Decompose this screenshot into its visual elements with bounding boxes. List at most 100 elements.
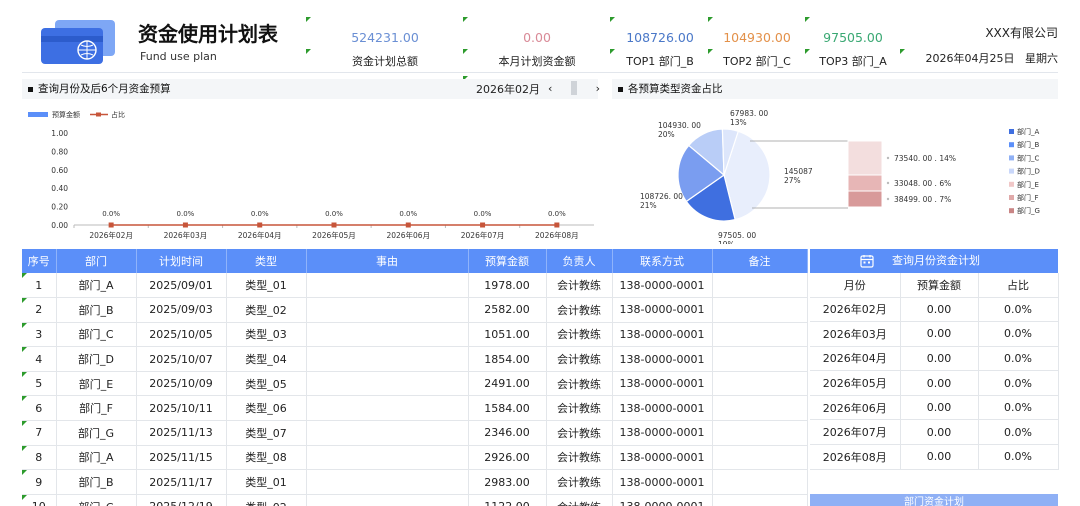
table-cell[interactable]: 138-0000-0001 [612,445,713,471]
table-cell[interactable]: 2926.00 [468,445,547,471]
table-cell[interactable] [306,322,469,348]
table-cell[interactable]: 138-0000-0001 [612,494,713,506]
table-cell[interactable]: 2025/09/01 [136,273,227,299]
table-cell[interactable] [712,371,808,397]
table-cell[interactable]: 1122.00 [468,494,547,506]
dept-plan-button[interactable]: 部门资金计划 [810,494,1058,506]
table-cell[interactable] [712,346,808,372]
table-cell[interactable]: 部门_E [56,371,137,397]
table-cell[interactable]: 5 [22,371,57,397]
table-cell[interactable]: 1978.00 [468,273,547,299]
table-cell[interactable]: 1584.00 [468,395,547,422]
table-row[interactable]: 2 部门_B 2025/09/03 类型_02 2582.00 会计教练 138-0000-… [22,297,808,323]
table-cell[interactable]: 8 [22,445,57,471]
table-cell[interactable]: 部门_C [56,322,137,348]
table-cell[interactable]: 2025/10/07 [136,346,227,372]
table-cell[interactable]: 类型_01 [226,273,307,299]
table-cell[interactable] [306,494,469,506]
table-cell[interactable]: 类型_02 [226,494,307,506]
table-cell[interactable]: 2025/11/15 [136,445,227,471]
table-cell[interactable] [306,420,469,446]
side-table-row[interactable]: 2026年03月 0.00 0.0% [810,321,1059,347]
table-cell[interactable]: 1 [22,273,57,299]
table-cell[interactable] [712,445,808,471]
table-cell[interactable]: 2346.00 [468,420,547,446]
table-cell[interactable]: 会计教练 [546,371,613,397]
pager-thumb[interactable] [571,81,577,95]
table-cell[interactable]: 2025/10/11 [136,395,227,422]
side-table-row[interactable]: 2026年05月 0.00 0.0% [810,370,1059,396]
table-cell[interactable]: 类型_01 [226,469,307,495]
table-cell[interactable]: 138-0000-0001 [612,371,713,397]
chevron-right-icon[interactable]: › [596,82,600,95]
table-cell[interactable]: 部门_F [56,395,137,422]
table-cell[interactable]: 2 [22,297,57,323]
table-cell[interactable]: 2025/10/05 [136,322,227,348]
table-cell[interactable] [712,469,808,495]
table-cell[interactable] [306,273,469,299]
table-cell[interactable]: 会计教练 [546,322,613,348]
table-cell[interactable]: 会计教练 [546,297,613,323]
table-row[interactable]: 10部门_C2025/12/19类型_02 1122.00会计教练138-0000… [22,494,808,506]
table-cell[interactable]: 7 [22,420,57,446]
table-cell[interactable] [712,420,808,446]
table-cell[interactable]: 9 [22,469,57,495]
table-cell[interactable]: 2025/12/19 [136,494,227,506]
table-row[interactable]: 7 部门_G 2025/11/13 类型_07 2346.00 会计教练 138-0000-… [22,420,808,446]
side-table-row[interactable]: 2026年06月 0.00 0.0% [810,395,1059,421]
table-cell[interactable]: 类型_06 [226,395,307,422]
table-cell[interactable]: 1854.00 [468,346,547,372]
table-cell[interactable]: 部门_B [56,469,137,495]
table-cell[interactable] [712,395,808,422]
table-cell[interactable]: 138-0000-0001 [612,469,713,495]
table-cell[interactable] [306,445,469,471]
month-selector[interactable]: 2026年02月 [476,81,540,97]
table-cell[interactable] [712,494,808,506]
table-row[interactable]: 9 部门_B 2025/11/17 类型_01 2983.00 会计教练 138-0000-… [22,469,808,495]
table-cell[interactable]: 10 [22,494,57,506]
table-cell[interactable]: 部门_D [56,346,137,372]
table-cell[interactable] [712,273,808,299]
table-cell[interactable]: 1051.00 [468,322,547,348]
table-cell[interactable]: 类型_03 [226,322,307,348]
table-cell[interactable]: 类型_05 [226,371,307,397]
table-cell[interactable] [712,322,808,348]
table-cell[interactable]: 会计教练 [546,420,613,446]
table-cell[interactable]: 类型_08 [226,445,307,471]
table-cell[interactable]: 2025/11/17 [136,469,227,495]
table-cell[interactable]: 类型_04 [226,346,307,372]
table-cell[interactable]: 2582.00 [468,297,547,323]
table-row[interactable]: 1 部门_A 2025/09/01 类型_01 1978.00 会计教练 138-0000-… [22,273,808,299]
table-cell[interactable]: 部门_A [56,273,137,299]
side-table-row[interactable]: 2026年02月 0.00 0.0% [810,297,1059,323]
table-cell[interactable]: 138-0000-0001 [612,273,713,299]
table-row[interactable]: 5 部门_E 2025/10/09 类型_05 2491.00 会计教练 138-0000-… [22,371,808,397]
table-cell[interactable]: 138-0000-0001 [612,346,713,372]
table-cell[interactable]: 会计教练 [546,346,613,372]
table-cell[interactable]: 3 [22,322,57,348]
table-cell[interactable]: 部门_A [56,445,137,471]
side-table-row[interactable]: 2026年04月 0.00 0.0% [810,346,1059,372]
table-cell[interactable]: 6 [22,395,57,422]
table-cell[interactable] [306,346,469,372]
table-cell[interactable]: 4 [22,346,57,372]
table-cell[interactable]: 部门_G [56,420,137,446]
table-cell[interactable]: 会计教练 [546,494,613,506]
table-cell[interactable]: 138-0000-0001 [612,297,713,323]
table-cell[interactable]: 2491.00 [468,371,547,397]
table-cell[interactable]: 2025/10/09 [136,371,227,397]
table-row[interactable]: 3 部门_C 2025/10/05 类型_03 1051.00 会计教练 138-0000-… [22,322,808,348]
table-row[interactable]: 8 部门_A 2025/11/15 类型_08 2926.00 会计教练 138-0000-… [22,445,808,471]
table-cell[interactable]: 2025/11/13 [136,420,227,446]
table-cell[interactable] [306,371,469,397]
chevron-left-icon[interactable]: ‹ [548,82,552,95]
table-cell[interactable]: 会计教练 [546,395,613,422]
table-cell[interactable] [712,297,808,323]
side-table-row[interactable]: 2026年08月 0.00 0.0% [810,444,1059,470]
table-row[interactable]: 4 部门_D 2025/10/07 类型_04 1854.00 会计教练 138-0000-… [22,346,808,372]
side-table-row[interactable]: 2026年07月 0.00 0.0% [810,419,1059,446]
table-cell[interactable]: 138-0000-0001 [612,322,713,348]
table-cell[interactable] [306,297,469,323]
table-cell[interactable]: 类型_02 [226,297,307,323]
table-cell[interactable]: 部门_B [56,297,137,323]
